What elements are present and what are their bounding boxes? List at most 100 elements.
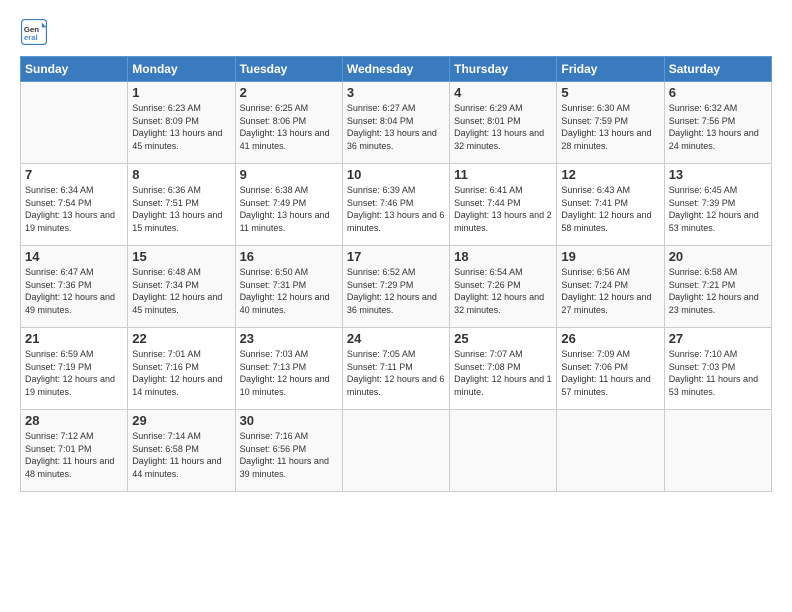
week-row-2: 14 Sunrise: 6:47 AM Sunset: 7:36 PM Dayl… bbox=[21, 246, 772, 328]
day-info: Sunrise: 6:27 AM Sunset: 8:04 PM Dayligh… bbox=[347, 102, 445, 152]
day-cell: 7 Sunrise: 6:34 AM Sunset: 7:54 PM Dayli… bbox=[21, 164, 128, 246]
day-info: Sunrise: 6:34 AM Sunset: 7:54 PM Dayligh… bbox=[25, 184, 123, 234]
day-cell: 16 Sunrise: 6:50 AM Sunset: 7:31 PM Dayl… bbox=[235, 246, 342, 328]
day-cell: 12 Sunrise: 6:43 AM Sunset: 7:41 PM Dayl… bbox=[557, 164, 664, 246]
header-cell-wednesday: Wednesday bbox=[342, 57, 449, 82]
day-info: Sunrise: 6:48 AM Sunset: 7:34 PM Dayligh… bbox=[132, 266, 230, 316]
day-number: 4 bbox=[454, 85, 552, 100]
day-number: 14 bbox=[25, 249, 123, 264]
day-info: Sunrise: 7:09 AM Sunset: 7:06 PM Dayligh… bbox=[561, 348, 659, 398]
day-cell: 8 Sunrise: 6:36 AM Sunset: 7:51 PM Dayli… bbox=[128, 164, 235, 246]
day-cell: 14 Sunrise: 6:47 AM Sunset: 7:36 PM Dayl… bbox=[21, 246, 128, 328]
day-cell bbox=[21, 82, 128, 164]
header-cell-saturday: Saturday bbox=[664, 57, 771, 82]
day-cell: 15 Sunrise: 6:48 AM Sunset: 7:34 PM Dayl… bbox=[128, 246, 235, 328]
day-cell: 18 Sunrise: 6:54 AM Sunset: 7:26 PM Dayl… bbox=[450, 246, 557, 328]
day-cell: 23 Sunrise: 7:03 AM Sunset: 7:13 PM Dayl… bbox=[235, 328, 342, 410]
day-number: 29 bbox=[132, 413, 230, 428]
day-cell: 29 Sunrise: 7:14 AM Sunset: 6:58 PM Dayl… bbox=[128, 410, 235, 492]
day-cell: 1 Sunrise: 6:23 AM Sunset: 8:09 PM Dayli… bbox=[128, 82, 235, 164]
header-cell-sunday: Sunday bbox=[21, 57, 128, 82]
day-cell: 22 Sunrise: 7:01 AM Sunset: 7:16 PM Dayl… bbox=[128, 328, 235, 410]
week-row-1: 7 Sunrise: 6:34 AM Sunset: 7:54 PM Dayli… bbox=[21, 164, 772, 246]
day-number: 23 bbox=[240, 331, 338, 346]
day-number: 25 bbox=[454, 331, 552, 346]
day-number: 6 bbox=[669, 85, 767, 100]
day-info: Sunrise: 6:56 AM Sunset: 7:24 PM Dayligh… bbox=[561, 266, 659, 316]
day-cell: 20 Sunrise: 6:58 AM Sunset: 7:21 PM Dayl… bbox=[664, 246, 771, 328]
week-row-3: 21 Sunrise: 6:59 AM Sunset: 7:19 PM Dayl… bbox=[21, 328, 772, 410]
day-info: Sunrise: 6:50 AM Sunset: 7:31 PM Dayligh… bbox=[240, 266, 338, 316]
day-number: 22 bbox=[132, 331, 230, 346]
svg-text:eral: eral bbox=[24, 33, 38, 42]
day-cell: 3 Sunrise: 6:27 AM Sunset: 8:04 PM Dayli… bbox=[342, 82, 449, 164]
header-cell-thursday: Thursday bbox=[450, 57, 557, 82]
day-info: Sunrise: 6:54 AM Sunset: 7:26 PM Dayligh… bbox=[454, 266, 552, 316]
day-cell: 27 Sunrise: 7:10 AM Sunset: 7:03 PM Dayl… bbox=[664, 328, 771, 410]
day-info: Sunrise: 7:12 AM Sunset: 7:01 PM Dayligh… bbox=[25, 430, 123, 480]
day-cell: 24 Sunrise: 7:05 AM Sunset: 7:11 PM Dayl… bbox=[342, 328, 449, 410]
day-cell bbox=[450, 410, 557, 492]
day-number: 24 bbox=[347, 331, 445, 346]
day-info: Sunrise: 6:41 AM Sunset: 7:44 PM Dayligh… bbox=[454, 184, 552, 234]
day-info: Sunrise: 7:16 AM Sunset: 6:56 PM Dayligh… bbox=[240, 430, 338, 480]
day-cell: 10 Sunrise: 6:39 AM Sunset: 7:46 PM Dayl… bbox=[342, 164, 449, 246]
week-row-0: 1 Sunrise: 6:23 AM Sunset: 8:09 PM Dayli… bbox=[21, 82, 772, 164]
day-number: 27 bbox=[669, 331, 767, 346]
day-cell: 28 Sunrise: 7:12 AM Sunset: 7:01 PM Dayl… bbox=[21, 410, 128, 492]
day-info: Sunrise: 7:01 AM Sunset: 7:16 PM Dayligh… bbox=[132, 348, 230, 398]
day-cell: 30 Sunrise: 7:16 AM Sunset: 6:56 PM Dayl… bbox=[235, 410, 342, 492]
header-cell-tuesday: Tuesday bbox=[235, 57, 342, 82]
day-number: 17 bbox=[347, 249, 445, 264]
day-cell: 19 Sunrise: 6:56 AM Sunset: 7:24 PM Dayl… bbox=[557, 246, 664, 328]
day-cell: 4 Sunrise: 6:29 AM Sunset: 8:01 PM Dayli… bbox=[450, 82, 557, 164]
day-number: 10 bbox=[347, 167, 445, 182]
week-row-4: 28 Sunrise: 7:12 AM Sunset: 7:01 PM Dayl… bbox=[21, 410, 772, 492]
day-number: 19 bbox=[561, 249, 659, 264]
day-info: Sunrise: 6:45 AM Sunset: 7:39 PM Dayligh… bbox=[669, 184, 767, 234]
logo: Gen eral bbox=[20, 18, 52, 46]
day-info: Sunrise: 6:23 AM Sunset: 8:09 PM Dayligh… bbox=[132, 102, 230, 152]
day-number: 3 bbox=[347, 85, 445, 100]
day-info: Sunrise: 7:07 AM Sunset: 7:08 PM Dayligh… bbox=[454, 348, 552, 398]
day-number: 13 bbox=[669, 167, 767, 182]
day-number: 16 bbox=[240, 249, 338, 264]
day-info: Sunrise: 6:59 AM Sunset: 7:19 PM Dayligh… bbox=[25, 348, 123, 398]
day-cell bbox=[664, 410, 771, 492]
day-number: 26 bbox=[561, 331, 659, 346]
day-number: 8 bbox=[132, 167, 230, 182]
page: Gen eral SundayMondayTuesdayWednesdayThu… bbox=[0, 0, 792, 612]
day-number: 2 bbox=[240, 85, 338, 100]
calendar-table: SundayMondayTuesdayWednesdayThursdayFrid… bbox=[20, 56, 772, 492]
day-cell: 6 Sunrise: 6:32 AM Sunset: 7:56 PM Dayli… bbox=[664, 82, 771, 164]
day-cell: 26 Sunrise: 7:09 AM Sunset: 7:06 PM Dayl… bbox=[557, 328, 664, 410]
day-number: 21 bbox=[25, 331, 123, 346]
day-info: Sunrise: 6:32 AM Sunset: 7:56 PM Dayligh… bbox=[669, 102, 767, 152]
day-cell bbox=[342, 410, 449, 492]
day-cell: 11 Sunrise: 6:41 AM Sunset: 7:44 PM Dayl… bbox=[450, 164, 557, 246]
day-cell bbox=[557, 410, 664, 492]
day-info: Sunrise: 7:03 AM Sunset: 7:13 PM Dayligh… bbox=[240, 348, 338, 398]
day-cell: 25 Sunrise: 7:07 AM Sunset: 7:08 PM Dayl… bbox=[450, 328, 557, 410]
day-number: 1 bbox=[132, 85, 230, 100]
day-info: Sunrise: 7:14 AM Sunset: 6:58 PM Dayligh… bbox=[132, 430, 230, 480]
day-number: 7 bbox=[25, 167, 123, 182]
logo-icon: Gen eral bbox=[20, 18, 48, 46]
day-cell: 17 Sunrise: 6:52 AM Sunset: 7:29 PM Dayl… bbox=[342, 246, 449, 328]
day-cell: 2 Sunrise: 6:25 AM Sunset: 8:06 PM Dayli… bbox=[235, 82, 342, 164]
day-cell: 9 Sunrise: 6:38 AM Sunset: 7:49 PM Dayli… bbox=[235, 164, 342, 246]
header-cell-monday: Monday bbox=[128, 57, 235, 82]
day-info: Sunrise: 6:29 AM Sunset: 8:01 PM Dayligh… bbox=[454, 102, 552, 152]
day-info: Sunrise: 7:05 AM Sunset: 7:11 PM Dayligh… bbox=[347, 348, 445, 398]
day-info: Sunrise: 6:43 AM Sunset: 7:41 PM Dayligh… bbox=[561, 184, 659, 234]
day-info: Sunrise: 6:47 AM Sunset: 7:36 PM Dayligh… bbox=[25, 266, 123, 316]
day-number: 9 bbox=[240, 167, 338, 182]
day-info: Sunrise: 6:52 AM Sunset: 7:29 PM Dayligh… bbox=[347, 266, 445, 316]
header: Gen eral bbox=[20, 18, 772, 46]
day-info: Sunrise: 6:30 AM Sunset: 7:59 PM Dayligh… bbox=[561, 102, 659, 152]
day-cell: 5 Sunrise: 6:30 AM Sunset: 7:59 PM Dayli… bbox=[557, 82, 664, 164]
day-info: Sunrise: 6:36 AM Sunset: 7:51 PM Dayligh… bbox=[132, 184, 230, 234]
day-number: 5 bbox=[561, 85, 659, 100]
day-number: 18 bbox=[454, 249, 552, 264]
day-number: 15 bbox=[132, 249, 230, 264]
